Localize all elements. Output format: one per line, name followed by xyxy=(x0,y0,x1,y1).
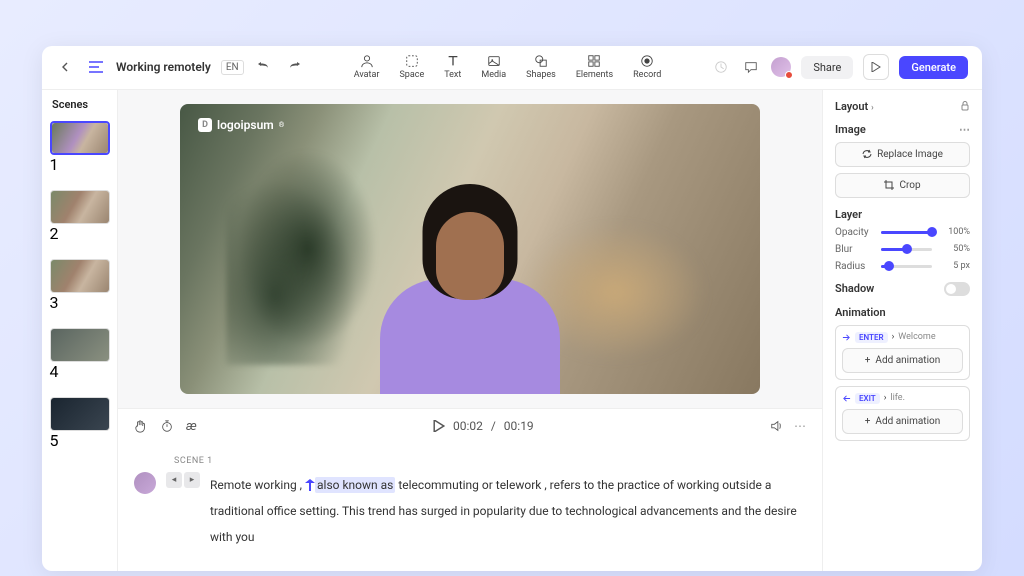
redo-button[interactable] xyxy=(284,57,304,77)
tool-elements[interactable]: Elements xyxy=(576,54,613,80)
crop-button[interactable]: Crop xyxy=(835,173,970,198)
project-title: Working remotely xyxy=(116,60,211,74)
animation-section-title: Animation xyxy=(835,306,886,319)
image-more-icon[interactable]: ⋯ xyxy=(959,123,970,136)
canvas-logo: D logoipsum® xyxy=(198,118,284,132)
tool-space[interactable]: Space xyxy=(399,54,424,80)
scenes-title: Scenes xyxy=(42,98,117,117)
volume-icon[interactable] xyxy=(770,419,784,433)
scenes-panel: Scenes 1 2 3 4 5 xyxy=(42,90,118,571)
opacity-slider[interactable] xyxy=(881,231,932,234)
script-avatar[interactable] xyxy=(134,472,156,494)
exit-icon xyxy=(842,394,851,403)
add-enter-animation-button[interactable]: + Add animation xyxy=(842,348,963,373)
script-editor: SCENE 1 ◂ ▸ Remote working , also known … xyxy=(118,444,822,571)
phonetic-icon[interactable]: æ xyxy=(186,419,197,434)
tool-shapes[interactable]: Shapes xyxy=(526,54,556,80)
scene-thumb-3[interactable] xyxy=(50,259,110,293)
scene-thumb-4[interactable] xyxy=(50,328,110,362)
blur-slider[interactable] xyxy=(881,248,932,251)
enter-animation-card: ENTER › Welcome + Add animation xyxy=(835,325,970,380)
script-text[interactable]: Remote working , also known as telecommu… xyxy=(210,472,806,551)
video-canvas[interactable]: D logoipsum® xyxy=(180,104,760,394)
play-button[interactable] xyxy=(433,420,445,432)
enter-icon xyxy=(842,333,851,342)
menu-icon[interactable] xyxy=(86,57,106,77)
back-button[interactable] xyxy=(56,57,76,77)
scene-thumb-5[interactable] xyxy=(50,397,110,431)
generate-button[interactable]: Generate xyxy=(899,56,968,79)
scene-label: SCENE 1 xyxy=(174,456,806,466)
user-avatar[interactable] xyxy=(771,57,791,77)
history-icon[interactable] xyxy=(711,57,731,77)
scene-thumb-2[interactable] xyxy=(50,190,110,224)
preview-play-button[interactable] xyxy=(863,54,889,80)
share-button[interactable]: Share xyxy=(801,56,853,79)
time-current: 00:02 xyxy=(453,419,483,433)
properties-panel: Layout › Image ⋯ Replace Image Crop L xyxy=(822,90,982,571)
tool-media[interactable]: Media xyxy=(481,54,506,80)
playhead-marker[interactable] xyxy=(305,479,315,489)
avatar-figure xyxy=(380,174,560,394)
hand-tool-icon[interactable] xyxy=(134,419,148,433)
tool-text[interactable]: Text xyxy=(444,54,461,80)
timer-icon[interactable] xyxy=(160,419,174,433)
layer-section-title: Layer xyxy=(835,208,862,221)
add-exit-animation-button[interactable]: + Add animation xyxy=(842,409,963,434)
time-total: 00:19 xyxy=(504,419,534,433)
language-badge[interactable]: EN xyxy=(221,60,244,75)
tool-record[interactable]: Record xyxy=(633,54,661,80)
radius-slider[interactable] xyxy=(881,265,932,268)
undo-button[interactable] xyxy=(254,57,274,77)
comment-icon[interactable] xyxy=(741,57,761,77)
layout-section-header[interactable]: Layout › xyxy=(835,100,970,113)
scene-thumb-1[interactable] xyxy=(50,121,110,155)
replace-image-button[interactable]: Replace Image xyxy=(835,142,970,167)
tool-avatar[interactable]: Avatar xyxy=(354,54,380,80)
top-toolbar: Working remotely EN Avatar Space Text xyxy=(42,46,982,90)
image-section-title: Image xyxy=(835,123,866,136)
exit-animation-card: EXIT › life. + Add animation xyxy=(835,386,970,441)
script-prev-button[interactable]: ◂ xyxy=(166,472,182,488)
lock-icon[interactable] xyxy=(960,101,970,111)
script-next-button[interactable]: ▸ xyxy=(184,472,200,488)
more-icon[interactable]: ⋯ xyxy=(794,419,806,433)
shadow-toggle[interactable] xyxy=(944,282,970,296)
shadow-label: Shadow xyxy=(835,282,874,295)
player-bar: æ 00:02 / 00:19 ⋯ xyxy=(118,408,822,444)
